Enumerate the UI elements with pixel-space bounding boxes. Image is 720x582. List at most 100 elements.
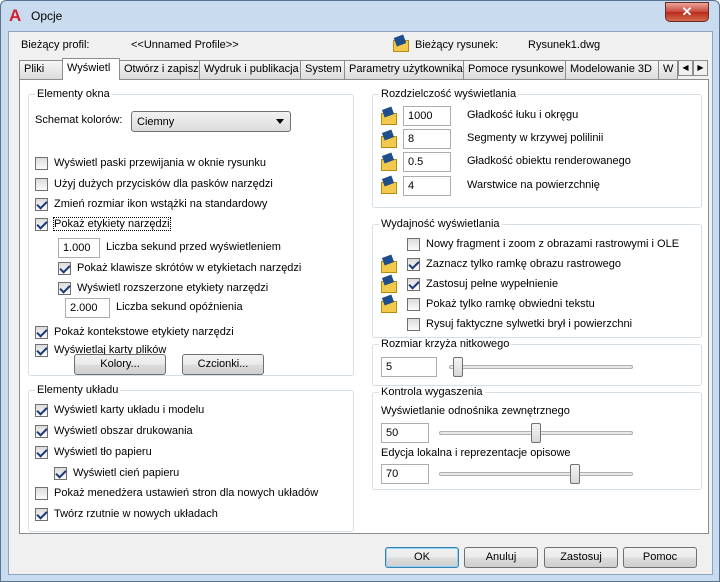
polyline-segments-label: Segmenty w krzywej polilinii [467, 132, 604, 144]
checkbox-label: Pokaż tylko ramkę obwiedni tekstu [426, 298, 595, 310]
help-button[interactable]: Pomoc [623, 547, 697, 568]
crosshair-size-group: Rozmiar krzyża nitkowego 5 [372, 338, 702, 386]
tab-system[interactable]: System [300, 60, 345, 79]
dialog-client: Bieżący profil: <<Unnamed Profile>> Bież… [8, 31, 713, 575]
crosshair-size-title: Rozmiar krzyża nitkowego [379, 338, 512, 350]
chevron-down-icon [276, 119, 284, 124]
checkbox-label: Zmień rozmiar ikon wstążki na standardow… [54, 198, 268, 210]
fonts-button[interactable]: Czcionki... [182, 354, 264, 375]
tab-display[interactable]: Wyświetl [62, 58, 120, 80]
inplace-fade-label: Edycja lokalna i reprezentacje opisowe [381, 447, 571, 459]
contour-lines-input[interactable]: 4 [403, 176, 451, 196]
tab-3d-modeling[interactable]: Modelowanie 3D [565, 60, 659, 79]
contour-lines-label: Warstwice na powierzchnię [467, 179, 600, 191]
layout-elements-title: Elementy układu [35, 384, 121, 396]
tab-plot-publish[interactable]: Wydruk i publikacja [199, 60, 301, 79]
cancel-button[interactable]: Anuluj [464, 547, 538, 568]
tab-scroll: ◀ ▶ [678, 60, 708, 78]
inplace-fade-input[interactable]: 70 [381, 464, 429, 484]
fade-control-title: Kontrola wygaszenia [379, 386, 485, 398]
checkbox-label: Wyświetl karty układu i modelu [54, 404, 205, 416]
rendered-smoothness-input[interactable]: 0.5 [403, 152, 451, 172]
drawing-icon [380, 294, 398, 313]
checkbox-box [58, 282, 71, 295]
display-resolution-group: Rozdzielczość wyświetlania 1000 Gładkość… [372, 88, 702, 208]
crosshair-size-input[interactable]: 5 [381, 357, 437, 377]
delay-seconds-input[interactable]: 2.000 [65, 298, 110, 318]
drawing-icon [380, 129, 398, 148]
window-elements-title: Elementy okna [35, 88, 112, 100]
color-scheme-value: Ciemny [137, 116, 175, 128]
drawing-icon [380, 175, 398, 194]
checkbox-box [35, 198, 48, 211]
current-drawing-label: Bieżący rysunek: [415, 39, 499, 51]
xref-fade-slider-thumb[interactable] [531, 423, 541, 443]
current-profile-label: Bieżący profil: [21, 39, 90, 51]
autocad-logo-icon: A [9, 6, 22, 25]
inplace-fade-slider-thumb[interactable] [569, 464, 580, 484]
checkbox-box [407, 298, 420, 311]
display-tab-panel: Elementy okna Schemat kolorów: Ciemny Wy… [19, 79, 709, 534]
checkbox-box [35, 157, 48, 170]
colors-button[interactable]: Kolory... [74, 354, 166, 375]
checkbox-box [54, 467, 67, 480]
profile-row: Bieżący profil: <<Unnamed Profile>> Bież… [9, 32, 712, 58]
checkbox-box [35, 218, 48, 231]
checkbox-label: Wyświetl rozszerzone etykiety narzędzi [77, 282, 269, 294]
checkbox-box [35, 425, 48, 438]
window-elements-group: Elementy okna Schemat kolorów: Ciemny Wy… [28, 88, 354, 376]
display-performance-title: Wydajność wyświetlania [379, 218, 502, 230]
checkbox-label: Wyświetl cień papieru [73, 467, 180, 479]
checkbox-label: Pokaż etykiety narzędzi [53, 217, 171, 231]
xref-fade-label: Wyświetlanie odnośnika zewnętrznego [381, 405, 570, 417]
xref-fade-input[interactable]: 50 [381, 423, 429, 443]
close-button[interactable]: ✕ [665, 2, 709, 22]
tab-user-preferences[interactable]: Parametry użytkownika [344, 60, 464, 79]
current-profile-value: <<Unnamed Profile>> [131, 39, 239, 51]
checkbox-label: Wyświetl paski przewijania w oknie rysun… [54, 157, 267, 169]
apply-button[interactable]: Zastosuj [544, 547, 618, 568]
display-resolution-title: Rozdzielczość wyświetlania [379, 88, 519, 100]
window-title: Opcje [31, 9, 63, 23]
drawing-icon [380, 274, 398, 293]
options-window: A Opcje ✕ Bieżący profil: <<Unnamed Prof… [0, 0, 720, 582]
tab-files[interactable]: Pliki [19, 60, 63, 79]
seconds-before-input[interactable]: 1.000 [58, 238, 100, 258]
tab-scroll-right-icon[interactable]: ▶ [693, 60, 708, 76]
tab-open-save[interactable]: Otwórz i zapisz [119, 60, 200, 79]
arc-smoothness-label: Gładkość łuku i okręgu [467, 109, 579, 121]
checkbox-label: Pokaż kontekstowe etykiety narzędzi [54, 326, 234, 338]
tab-scroll-left-icon[interactable]: ◀ [678, 60, 693, 76]
checkbox-label: Twórz rzutnie w nowych układach [54, 508, 218, 520]
checkbox-box [35, 446, 48, 459]
drawing-icon [380, 254, 398, 273]
title-bar: A Opcje ✕ [1, 1, 719, 31]
checkbox-box [35, 326, 48, 339]
current-drawing-value: Rysunek1.dwg [528, 39, 601, 51]
inplace-fade-slider-track[interactable] [439, 472, 633, 476]
checkbox-box [407, 238, 420, 251]
rendered-smoothness-label: Gładkość obiektu renderowanego [467, 155, 631, 167]
checkbox-box [58, 262, 71, 275]
checkbox-box [407, 258, 420, 271]
checkbox-label: Wyświetl tło papieru [54, 446, 152, 458]
delay-seconds-label: Liczba sekund opóźnienia [116, 301, 243, 313]
color-scheme-dropdown[interactable]: Ciemny [131, 111, 291, 132]
drawing-icon [380, 152, 398, 171]
drawing-icon [393, 34, 409, 52]
display-performance-group: Wydajność wyświetlania Nowy fragment i z… [372, 218, 702, 338]
tab-drafting[interactable]: Pomoce rysunkowe [463, 60, 566, 79]
checkbox-label: Nowy fragment i zoom z obrazami rastrowy… [426, 238, 680, 250]
crosshair-slider-thumb[interactable] [453, 357, 464, 377]
checkbox-box [407, 278, 420, 291]
checkbox-box [35, 508, 48, 521]
layout-elements-group: Elementy układu Wyświetl karty układu i … [28, 384, 354, 532]
checkbox-box [35, 178, 48, 191]
arc-smoothness-input[interactable]: 1000 [403, 106, 451, 126]
crosshair-slider-track[interactable] [449, 365, 633, 369]
checkbox-label: Zaznacz tylko ramkę obrazu rastrowego [426, 258, 622, 270]
tab-more[interactable]: W [658, 60, 678, 79]
seconds-before-label: Liczba sekund przed wyświetleniem [106, 241, 281, 253]
polyline-segments-input[interactable]: 8 [403, 129, 451, 149]
ok-button[interactable]: OK [385, 547, 459, 568]
